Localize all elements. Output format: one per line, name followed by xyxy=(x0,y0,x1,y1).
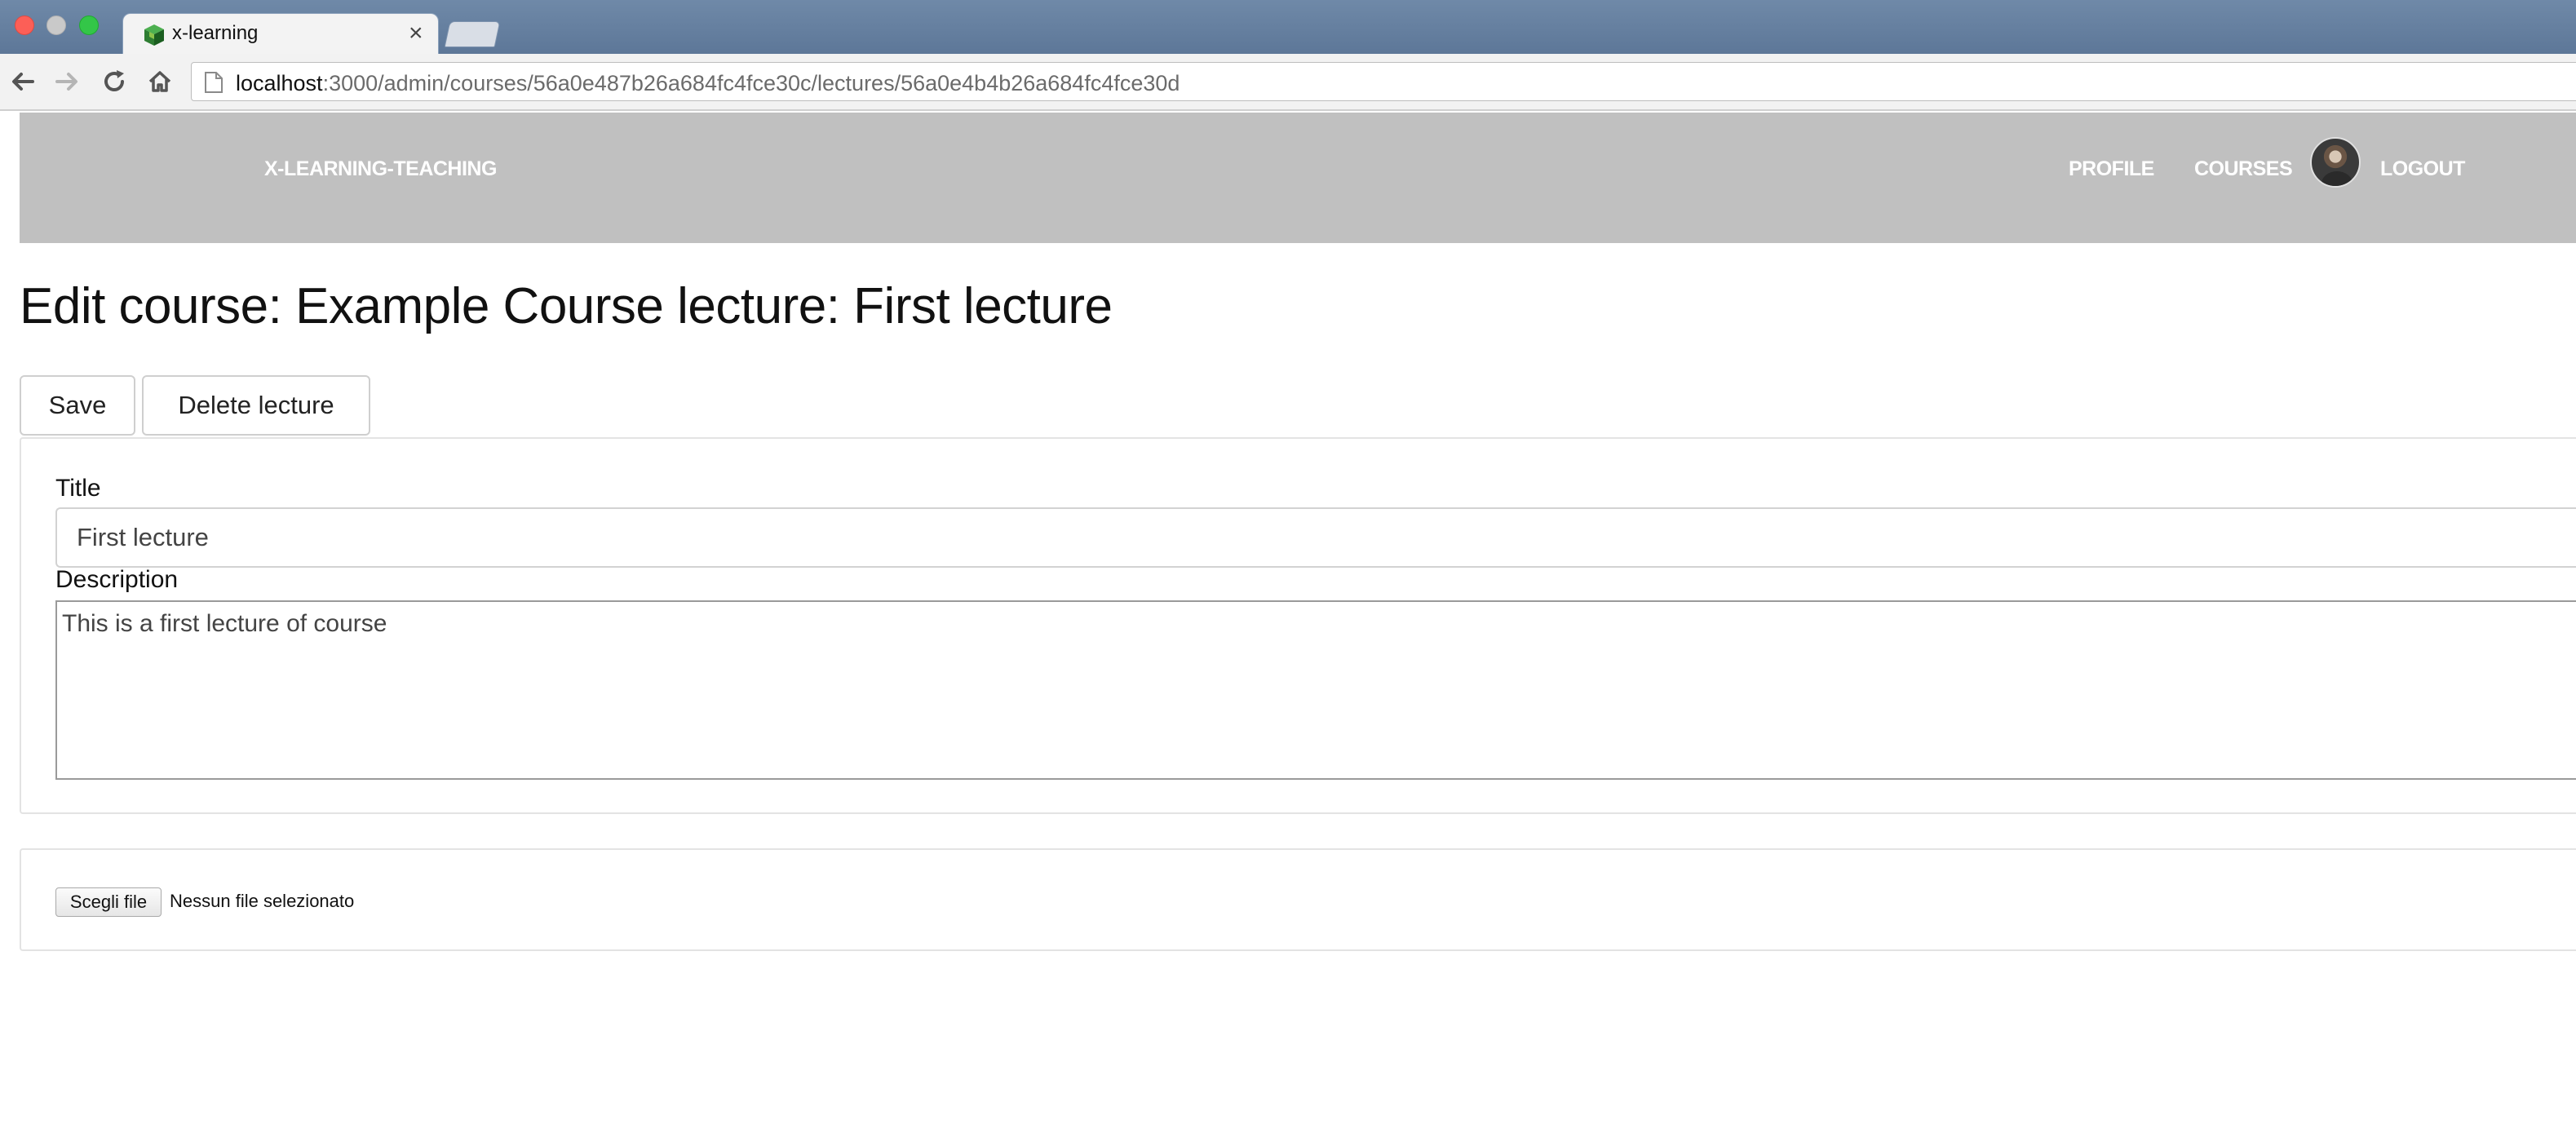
browser-tab-active[interactable]: x-learning × xyxy=(122,13,439,55)
tab-title: x-learning xyxy=(172,22,259,44)
title-input[interactable]: First lecture xyxy=(55,507,2576,568)
nav-logout-link[interactable]: LOGOUT xyxy=(2380,157,2465,181)
url-text: localhost:3000/admin/courses/56a0e487b26… xyxy=(236,71,1180,96)
maximize-window-button[interactable] xyxy=(79,15,99,35)
file-upload-panel: Scegli file Nessun file selezionato xyxy=(20,848,2576,951)
nav-courses-link[interactable]: COURSES xyxy=(2194,157,2293,181)
close-window-button[interactable] xyxy=(15,15,34,35)
page-title: Edit course: Example Course lecture: Fir… xyxy=(20,278,1113,334)
save-button[interactable]: Save xyxy=(20,375,135,436)
avatar-silhouette xyxy=(2321,171,2352,186)
title-label: Title xyxy=(55,475,101,502)
reload-icon[interactable] xyxy=(98,65,131,98)
close-tab-icon[interactable]: × xyxy=(409,19,423,48)
nav-profile-link[interactable]: PROFILE xyxy=(2069,157,2154,181)
forward-arrow-icon[interactable] xyxy=(51,65,83,98)
home-icon[interactable] xyxy=(144,65,176,98)
url-path: :3000/admin/courses/56a0e487b26a684fc4fc… xyxy=(322,71,1180,95)
description-label: Description xyxy=(55,566,179,593)
new-tab-button[interactable] xyxy=(444,21,501,47)
brand-link[interactable]: X-LEARNING-TEACHING xyxy=(264,157,497,181)
browser-titlebar: x-learning × xyxy=(0,0,2576,55)
page-icon xyxy=(203,71,224,94)
delete-lecture-button[interactable]: Delete lecture xyxy=(142,375,370,436)
lecture-form-panel: Title First lecture Description This is … xyxy=(20,437,2576,814)
url-host: localhost xyxy=(236,71,323,95)
site-navbar: X-LEARNING-TEACHING PROFILE COURSES LOGO… xyxy=(20,113,2576,243)
back-arrow-icon[interactable] xyxy=(7,65,39,98)
choose-file-button[interactable]: Scegli file xyxy=(55,887,162,917)
cube-favicon-icon xyxy=(141,22,167,48)
address-bar[interactable]: localhost:3000/admin/courses/56a0e487b26… xyxy=(191,62,2576,101)
browser-toolbar: localhost:3000/admin/courses/56a0e487b26… xyxy=(0,54,2576,111)
avatar[interactable] xyxy=(2310,137,2361,188)
minimize-window-button[interactable] xyxy=(46,15,66,35)
description-textarea[interactable]: This is a first lecture of course xyxy=(55,600,2576,780)
no-file-selected-text: Nessun file selezionato xyxy=(170,891,355,911)
